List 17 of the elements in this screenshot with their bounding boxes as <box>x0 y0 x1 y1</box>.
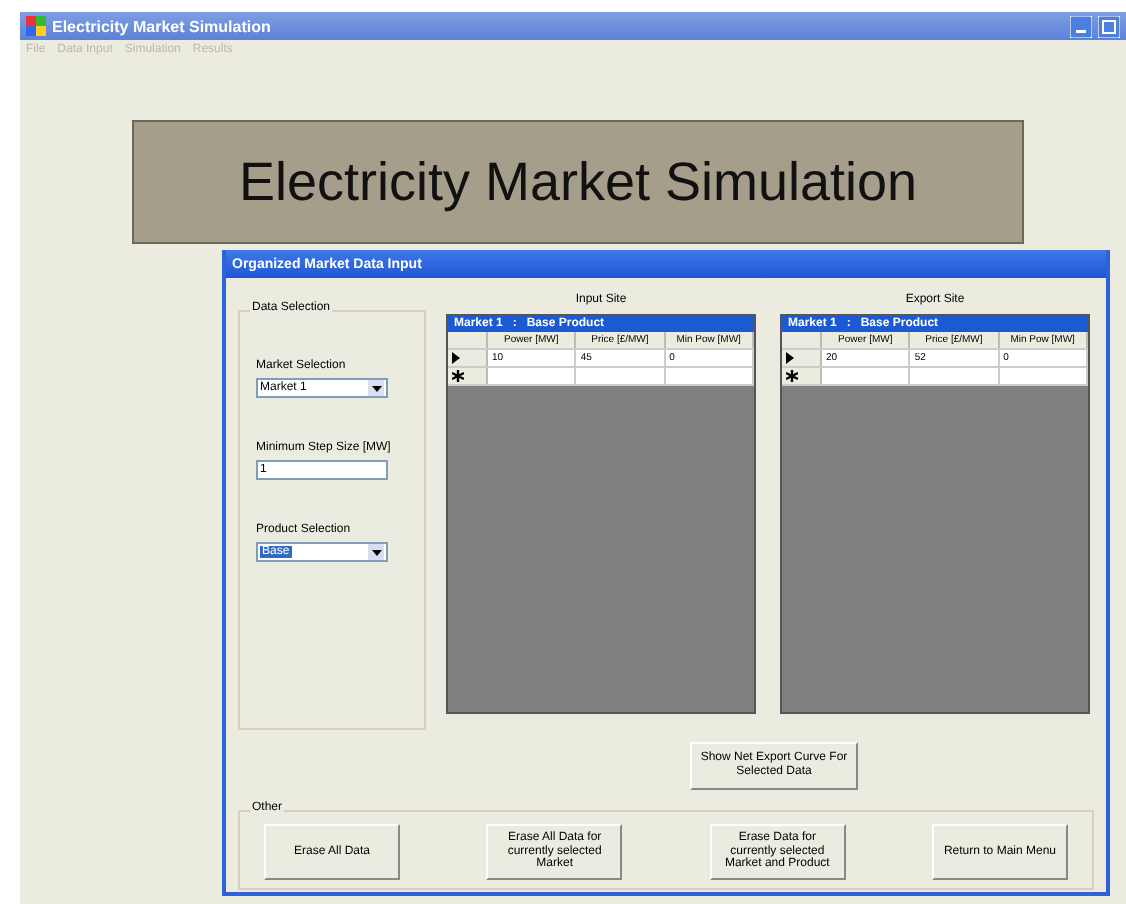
window-title: Electricity Market Simulation <box>52 17 271 35</box>
corner-header-cell <box>782 332 822 348</box>
row-header-cell[interactable] <box>448 368 488 384</box>
row-header-cell[interactable] <box>782 368 822 384</box>
row-header-cell[interactable] <box>782 350 822 366</box>
banner-title: Electricity Market Simulation <box>132 120 1024 244</box>
dropdown-arrow-icon <box>368 544 384 560</box>
row-pointer-icon <box>452 352 460 364</box>
app-icon <box>26 16 46 36</box>
corner-header-cell <box>448 332 488 348</box>
dropdown-arrow-icon <box>368 380 384 396</box>
new-row-icon <box>452 370 464 382</box>
new-row-icon <box>786 370 798 382</box>
minimize-icon[interactable] <box>1070 15 1092 37</box>
row-pointer-icon <box>786 352 794 364</box>
row-header-cell[interactable] <box>448 350 488 366</box>
maximize-icon[interactable] <box>1098 15 1120 37</box>
